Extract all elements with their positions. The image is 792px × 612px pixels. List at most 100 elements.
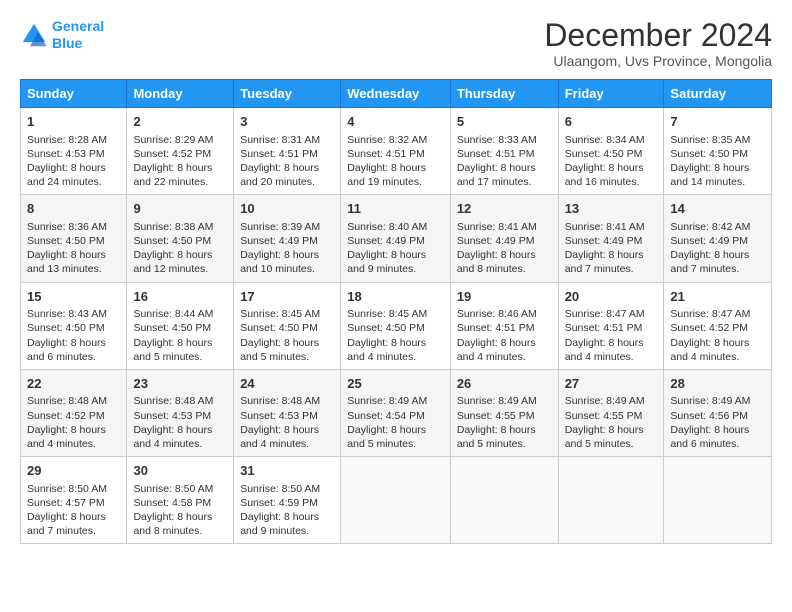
table-row: 14 Sunrise: 8:42 AMSunset: 4:49 PMDayligh… — [664, 195, 772, 282]
table-row: 24Sunrise: 8:48 AMSunset: 4:53 PMDayligh… — [234, 369, 341, 456]
table-row: 28Sunrise: 8:49 AMSunset: 4:56 PMDayligh… — [664, 369, 772, 456]
day-info: Sunrise: 8:47 AMSunset: 4:52 PMDaylight:… — [670, 307, 765, 364]
day-info: Sunrise: 8:31 AMSunset: 4:51 PMDaylight:… — [240, 133, 334, 190]
day-info: Sunrise: 8:29 AMSunset: 4:52 PMDaylight:… — [133, 133, 227, 190]
day-info: Sunrise: 8:49 AMSunset: 4:55 PMDaylight:… — [565, 394, 658, 451]
day-number: 13 — [565, 200, 658, 218]
table-row: 4Sunrise: 8:32 AMSunset: 4:51 PMDaylight… — [341, 108, 451, 195]
day-info: Sunrise: 8:43 AMSunset: 4:50 PMDaylight:… — [27, 307, 120, 364]
day-info: Sunrise: 8:48 AMSunset: 4:53 PMDaylight:… — [240, 394, 334, 451]
day-info: Sunrise: 8:45 AMSunset: 4:50 PMDaylight:… — [240, 307, 334, 364]
day-info: Sunrise: 8:38 AMSunset: 4:50 PMDaylight:… — [133, 220, 227, 277]
calendar-week-2: 8 Sunrise: 8:36 AMSunset: 4:50 PMDaylight… — [21, 195, 772, 282]
day-number: 31 — [240, 462, 334, 480]
day-info: Sunrise: 8:45 AMSunset: 4:50 PMDaylight:… — [347, 307, 444, 364]
table-row: 2 Sunrise: 8:29 AMSunset: 4:52 PMDaylight… — [127, 108, 234, 195]
col-monday: Monday — [127, 80, 234, 108]
day-number: 16 — [133, 288, 227, 306]
calendar-week-1: 1Sunrise: 8:28 AMSunset: 4:53 PMDaylight… — [21, 108, 772, 195]
logo-line2: Blue — [52, 35, 82, 51]
col-sunday: Sunday — [21, 80, 127, 108]
day-number: 14 — [670, 200, 765, 218]
day-number: 18 — [347, 288, 444, 306]
logo-line1: General — [52, 18, 104, 34]
table-row: 15Sunrise: 8:43 AMSunset: 4:50 PMDayligh… — [21, 282, 127, 369]
table-row: 31Sunrise: 8:50 AMSunset: 4:59 PMDayligh… — [234, 457, 341, 544]
logo: General Blue — [20, 18, 104, 52]
day-number: 19 — [457, 288, 552, 306]
table-row: 29 Sunrise: 8:50 AMSunset: 4:57 PMDayligh… — [21, 457, 127, 544]
table-row: 6 Sunrise: 8:34 AMSunset: 4:50 PMDaylight… — [558, 108, 664, 195]
calendar-week-4: 22Sunrise: 8:48 AMSunset: 4:52 PMDayligh… — [21, 369, 772, 456]
day-info: Sunrise: 8:48 AMSunset: 4:53 PMDaylight:… — [133, 394, 227, 451]
day-info: Sunrise: 8:50 AMSunset: 4:57 PMDaylight:… — [27, 482, 120, 539]
table-row: 5Sunrise: 8:33 AMSunset: 4:51 PMDaylight… — [450, 108, 558, 195]
col-thursday: Thursday — [450, 80, 558, 108]
day-info: Sunrise: 8:33 AMSunset: 4:51 PMDaylight:… — [457, 133, 552, 190]
table-row: 9 Sunrise: 8:38 AMSunset: 4:50 PMDaylight… — [127, 195, 234, 282]
table-row: 7 Sunrise: 8:35 AMSunset: 4:50 PMDaylight… — [664, 108, 772, 195]
day-info: Sunrise: 8:36 AMSunset: 4:50 PMDaylight:… — [27, 220, 120, 277]
day-number: 21 — [670, 288, 765, 306]
table-row — [450, 457, 558, 544]
table-row — [558, 457, 664, 544]
day-number: 2 — [133, 113, 227, 131]
day-number: 27 — [565, 375, 658, 393]
col-tuesday: Tuesday — [234, 80, 341, 108]
table-row: 18Sunrise: 8:45 AMSunset: 4:50 PMDayligh… — [341, 282, 451, 369]
day-info: Sunrise: 8:44 AMSunset: 4:50 PMDaylight:… — [133, 307, 227, 364]
day-info: Sunrise: 8:50 AMSunset: 4:58 PMDaylight:… — [133, 482, 227, 539]
table-row: 8 Sunrise: 8:36 AMSunset: 4:50 PMDaylight… — [21, 195, 127, 282]
subtitle: Ulaangom, Uvs Province, Mongolia — [544, 53, 772, 69]
calendar-week-3: 15Sunrise: 8:43 AMSunset: 4:50 PMDayligh… — [21, 282, 772, 369]
day-info: Sunrise: 8:48 AMSunset: 4:52 PMDaylight:… — [27, 394, 120, 451]
day-number: 15 — [27, 288, 120, 306]
day-number: 6 — [565, 113, 658, 131]
table-row: 26Sunrise: 8:49 AMSunset: 4:55 PMDayligh… — [450, 369, 558, 456]
day-info: Sunrise: 8:41 AMSunset: 4:49 PMDaylight:… — [565, 220, 658, 277]
day-info: Sunrise: 8:42 AMSunset: 4:49 PMDaylight:… — [670, 220, 765, 277]
day-info: Sunrise: 8:39 AMSunset: 4:49 PMDaylight:… — [240, 220, 334, 277]
day-number: 24 — [240, 375, 334, 393]
calendar-header-row: Sunday Monday Tuesday Wednesday Thursday… — [21, 80, 772, 108]
day-number: 9 — [133, 200, 227, 218]
table-row: 21Sunrise: 8:47 AMSunset: 4:52 PMDayligh… — [664, 282, 772, 369]
day-number: 30 — [133, 462, 227, 480]
day-number: 20 — [565, 288, 658, 306]
table-row: 11Sunrise: 8:40 AMSunset: 4:49 PMDayligh… — [341, 195, 451, 282]
table-row: 30 Sunrise: 8:50 AMSunset: 4:58 PMDayligh… — [127, 457, 234, 544]
day-number: 25 — [347, 375, 444, 393]
table-row: 13 Sunrise: 8:41 AMSunset: 4:49 PMDayligh… — [558, 195, 664, 282]
logo-text: General Blue — [52, 18, 104, 52]
day-number: 17 — [240, 288, 334, 306]
header: General Blue December 2024 Ulaangom, Uvs… — [20, 18, 772, 69]
day-number: 7 — [670, 113, 765, 131]
title-block: December 2024 Ulaangom, Uvs Province, Mo… — [544, 18, 772, 69]
calendar-table: Sunday Monday Tuesday Wednesday Thursday… — [20, 79, 772, 544]
day-info: Sunrise: 8:49 AMSunset: 4:56 PMDaylight:… — [670, 394, 765, 451]
day-info: Sunrise: 8:41 AMSunset: 4:49 PMDaylight:… — [457, 220, 552, 277]
day-number: 28 — [670, 375, 765, 393]
table-row: 27Sunrise: 8:49 AMSunset: 4:55 PMDayligh… — [558, 369, 664, 456]
table-row: 10Sunrise: 8:39 AMSunset: 4:49 PMDayligh… — [234, 195, 341, 282]
table-row: 17Sunrise: 8:45 AMSunset: 4:50 PMDayligh… — [234, 282, 341, 369]
day-number: 3 — [240, 113, 334, 131]
day-info: Sunrise: 8:34 AMSunset: 4:50 PMDaylight:… — [565, 133, 658, 190]
logo-icon — [20, 21, 48, 49]
table-row: 22Sunrise: 8:48 AMSunset: 4:52 PMDayligh… — [21, 369, 127, 456]
day-number: 1 — [27, 113, 120, 131]
day-info: Sunrise: 8:47 AMSunset: 4:51 PMDaylight:… — [565, 307, 658, 364]
table-row: 23Sunrise: 8:48 AMSunset: 4:53 PMDayligh… — [127, 369, 234, 456]
day-number: 29 — [27, 462, 120, 480]
table-row: 25Sunrise: 8:49 AMSunset: 4:54 PMDayligh… — [341, 369, 451, 456]
table-row — [341, 457, 451, 544]
table-row: 16Sunrise: 8:44 AMSunset: 4:50 PMDayligh… — [127, 282, 234, 369]
day-number: 22 — [27, 375, 120, 393]
day-info: Sunrise: 8:32 AMSunset: 4:51 PMDaylight:… — [347, 133, 444, 190]
day-info: Sunrise: 8:46 AMSunset: 4:51 PMDaylight:… — [457, 307, 552, 364]
col-friday: Friday — [558, 80, 664, 108]
day-number: 23 — [133, 375, 227, 393]
day-number: 12 — [457, 200, 552, 218]
day-info: Sunrise: 8:35 AMSunset: 4:50 PMDaylight:… — [670, 133, 765, 190]
day-number: 8 — [27, 200, 120, 218]
